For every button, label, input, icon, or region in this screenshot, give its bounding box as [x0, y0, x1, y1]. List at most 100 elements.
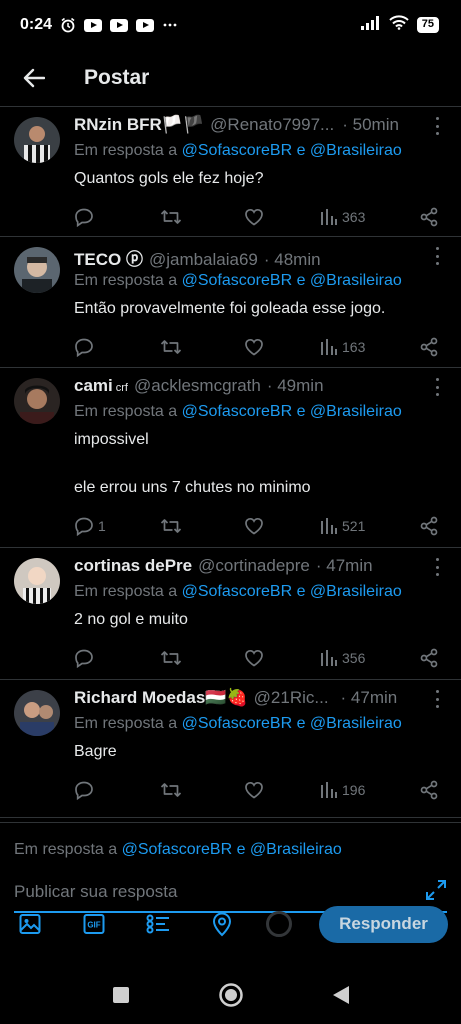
reply-item[interactable]: cami crf @acklesmcgrath · 49min Em respos…: [0, 368, 461, 548]
like-button[interactable]: [244, 337, 320, 357]
view-count: 163: [342, 339, 366, 355]
mention-link[interactable]: @SofascoreBR: [122, 841, 233, 858]
back-triangle-icon[interactable]: [326, 980, 356, 1010]
author-name[interactable]: Richard Moedas🇭🇺🍓: [74, 688, 248, 708]
reply-item[interactable]: cortinas dePre @cortinadepre · 47min Em …: [0, 548, 461, 680]
image-icon[interactable]: [16, 910, 44, 938]
reply-icon: [75, 208, 93, 227]
mention-link[interactable]: @Brasileirao: [310, 583, 402, 600]
avatar[interactable]: [14, 247, 60, 293]
views-button[interactable]: 363: [320, 208, 406, 226]
reply-button[interactable]: [74, 207, 160, 227]
youtube-icon: [136, 18, 155, 32]
more-options-button[interactable]: [433, 690, 441, 708]
heart-icon: [245, 338, 263, 356]
mention-link[interactable]: @SofascoreBR: [182, 142, 293, 159]
author-handle[interactable]: @acklesmcgrath: [134, 376, 261, 396]
repost-icon: [160, 340, 182, 354]
reply-item[interactable]: TECO ⓟ @jambalaia69 · 48min Em resposta …: [0, 237, 461, 368]
share-button[interactable]: [419, 516, 439, 536]
repost-icon: [160, 783, 182, 797]
repost-button[interactable]: [160, 780, 244, 800]
home-circle-icon[interactable]: [216, 980, 246, 1010]
alarm-icon: [60, 17, 76, 33]
views-button[interactable]: 356: [320, 649, 406, 667]
share-button[interactable]: [419, 780, 439, 800]
reply-item[interactable]: RNzin BFR🏳️🏴 @Renato7997... · 50min Em r…: [0, 107, 461, 237]
more-vertical-icon: [435, 558, 439, 561]
heart-icon: [245, 208, 263, 226]
location-icon[interactable]: [208, 910, 236, 938]
repost-icon: [160, 651, 182, 665]
repost-button[interactable]: [160, 648, 244, 668]
recents-square-icon[interactable]: [106, 980, 136, 1010]
author-handle[interactable]: @Renato7997...: [210, 115, 334, 135]
more-vertical-icon: [435, 378, 439, 381]
more-options-button[interactable]: [433, 247, 441, 265]
views-icon: [321, 209, 337, 225]
like-button[interactable]: [244, 780, 320, 800]
like-button[interactable]: [244, 648, 320, 668]
back-button[interactable]: [16, 60, 52, 96]
repost-button[interactable]: [160, 516, 244, 536]
views-button[interactable]: 521: [320, 517, 406, 535]
avatar[interactable]: [14, 117, 60, 163]
reply-button[interactable]: [74, 648, 160, 668]
reply-submit-button[interactable]: Responder: [319, 905, 448, 943]
arrow-left-icon: [23, 68, 45, 88]
views-icon: [321, 782, 337, 798]
gif-icon[interactable]: GIF: [80, 910, 108, 938]
mention-link[interactable]: @Brasileirao: [250, 841, 342, 858]
views-button[interactable]: 163: [320, 338, 406, 356]
more-vertical-icon: [435, 117, 439, 120]
avatar[interactable]: [14, 558, 60, 604]
share-icon: [420, 337, 438, 357]
avatar[interactable]: [14, 690, 60, 736]
mention-link[interactable]: @SofascoreBR: [182, 272, 293, 289]
poll-icon[interactable]: [144, 910, 172, 938]
view-count: 196: [342, 782, 366, 798]
repost-button[interactable]: [160, 207, 244, 227]
mention-link[interactable]: @SofascoreBR: [182, 403, 293, 420]
author-name[interactable]: RNzin BFR🏳️🏴: [74, 115, 204, 135]
mention-link[interactable]: @Brasileirao: [310, 272, 402, 289]
more-options-button[interactable]: [433, 378, 441, 396]
share-icon: [420, 780, 438, 800]
repost-button[interactable]: [160, 337, 244, 357]
like-button[interactable]: [244, 516, 320, 536]
author-name[interactable]: cami: [74, 376, 113, 396]
more-options-button[interactable]: [433, 558, 441, 576]
reply-button[interactable]: [74, 337, 160, 357]
views-button[interactable]: 196: [320, 781, 406, 799]
share-button[interactable]: [419, 648, 439, 668]
views-icon: [321, 650, 337, 666]
reply-input[interactable]: [14, 882, 394, 902]
heart-icon: [245, 517, 263, 535]
author-name[interactable]: cortinas dePre: [74, 556, 192, 576]
mention-link[interactable]: @Brasileirao: [310, 142, 402, 159]
share-button[interactable]: [419, 337, 439, 357]
author-handle[interactable]: @21Ric...: [254, 688, 329, 708]
expand-icon: [426, 879, 446, 900]
reply-item[interactable]: Richard Moedas🇭🇺🍓 @21Ric... · 47min Em r…: [0, 680, 461, 818]
view-count: 363: [342, 209, 366, 225]
author-badge: crf: [115, 382, 128, 394]
reply-feed: RNzin BFR🏳️🏴 @Renato7997... · 50min Em r…: [0, 106, 461, 818]
more-vertical-icon: [435, 247, 439, 250]
mention-link[interactable]: @Brasileirao: [310, 715, 402, 732]
youtube-icon: [84, 18, 103, 32]
mention-link[interactable]: @SofascoreBR: [182, 715, 293, 732]
mention-link[interactable]: @SofascoreBR: [182, 583, 293, 600]
author-handle[interactable]: @jambalaia69: [149, 250, 258, 270]
author-handle[interactable]: @cortinadepre: [198, 556, 310, 576]
like-button[interactable]: [244, 207, 320, 227]
reply-button[interactable]: [74, 780, 160, 800]
reply-button[interactable]: 1: [74, 516, 160, 536]
author-name[interactable]: TECO ⓟ: [74, 245, 143, 270]
more-options-button[interactable]: [433, 117, 441, 135]
post-time: · 48min: [263, 250, 321, 269]
avatar[interactable]: [14, 378, 60, 424]
post-time: · 49min: [266, 376, 324, 395]
share-button[interactable]: [419, 207, 439, 227]
mention-link[interactable]: @Brasileirao: [310, 403, 402, 420]
